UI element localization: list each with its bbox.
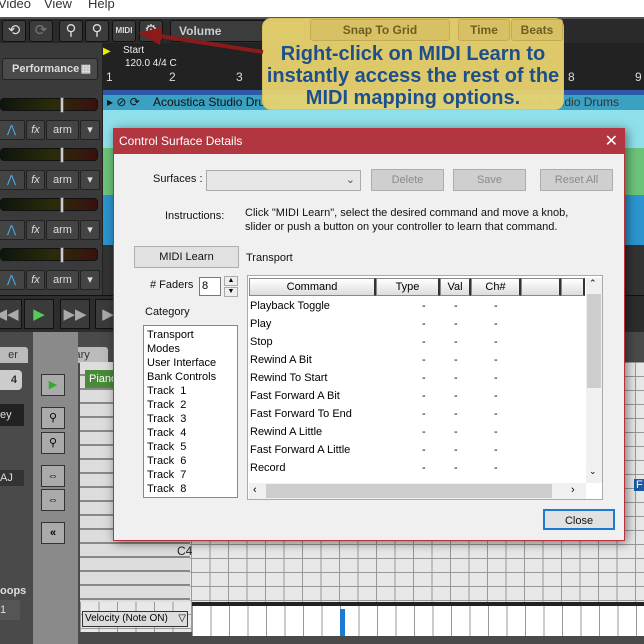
arrow-line [159, 34, 264, 54]
snap-to-grid-dropdown[interactable]: Snap To Grid [310, 19, 450, 41]
arrow-annotation [138, 27, 264, 54]
time-button[interactable]: Time [458, 19, 510, 41]
arrow-head [138, 27, 162, 45]
beats-button[interactable]: Beats [511, 19, 563, 41]
